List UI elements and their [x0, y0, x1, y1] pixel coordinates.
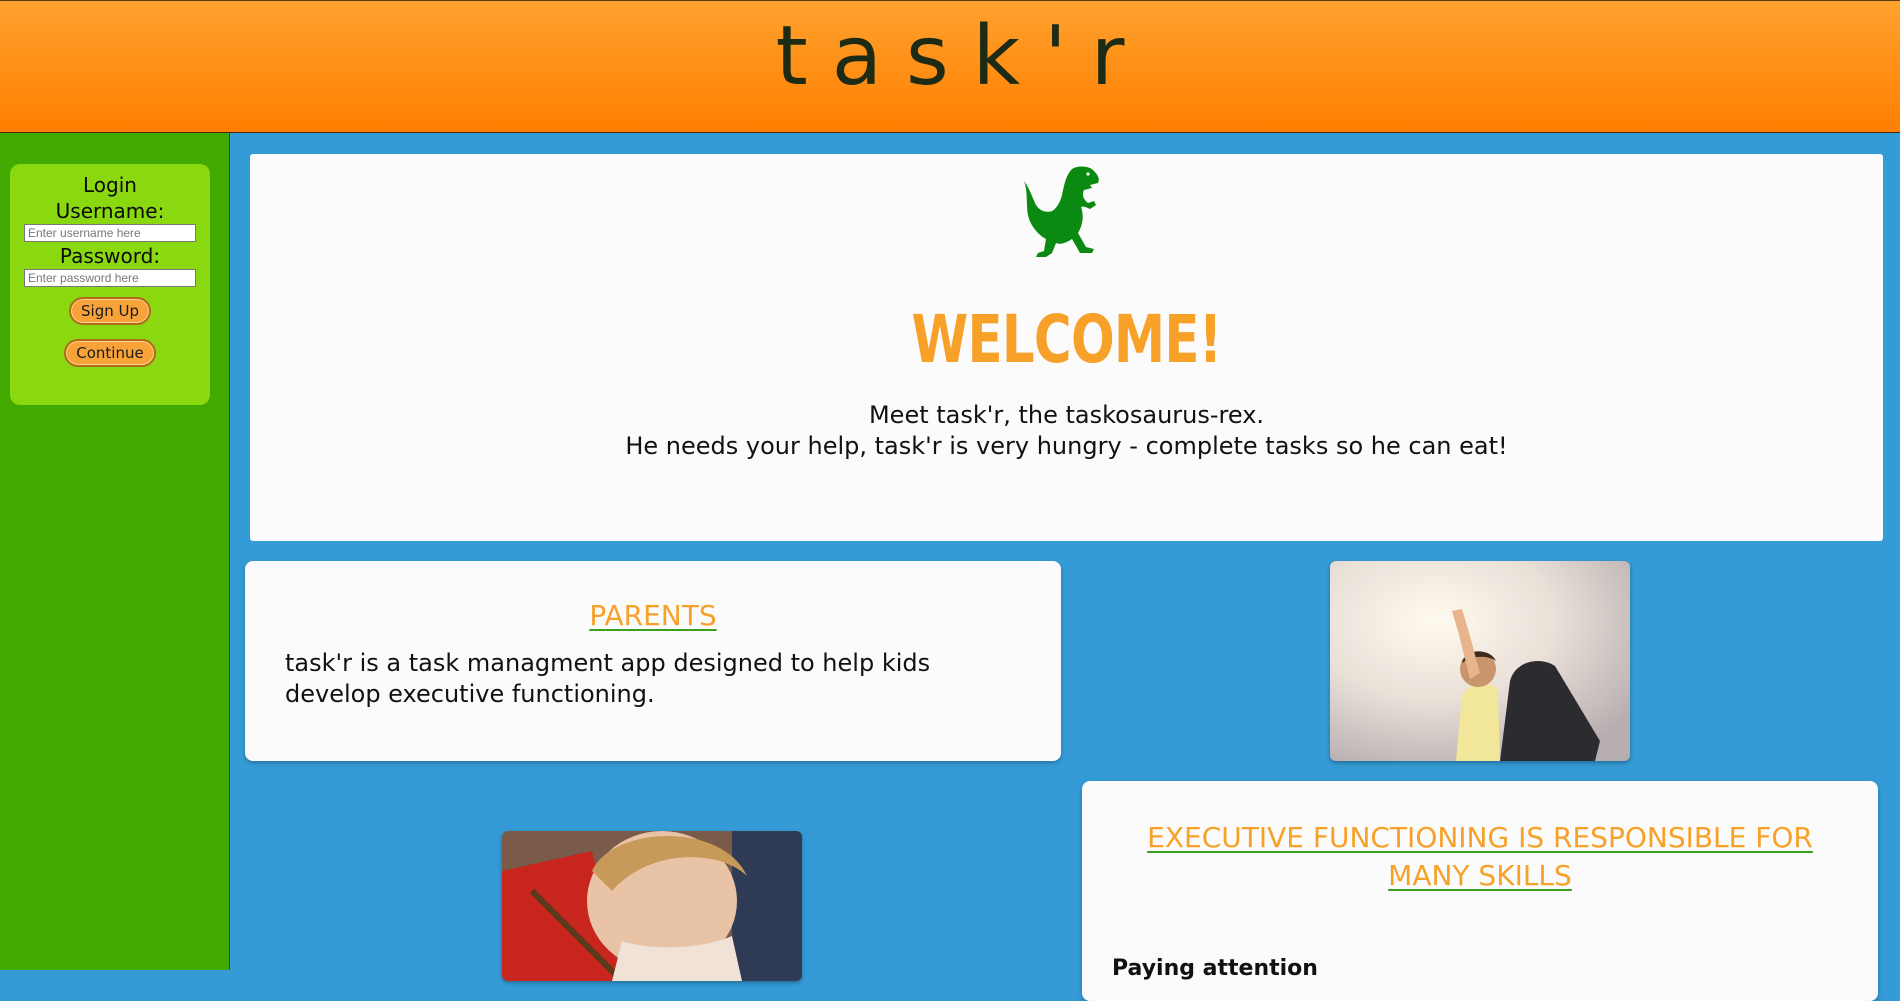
parents-card: PARENTS task'r is a task managment app d…	[245, 561, 1061, 761]
sign-up-button[interactable]: Sign Up	[69, 297, 151, 325]
child-superhero-photo	[1330, 561, 1630, 761]
parents-heading: PARENTS	[589, 599, 717, 632]
welcome-line-1: Meet task'r, the taskosaurus-rex.	[868, 401, 1265, 429]
welcome-text: Meet task'r, the taskosaurus-rex. He nee…	[250, 400, 1883, 462]
app-title: task'r	[775, 9, 1149, 104]
parents-text: task'r is a task managment app designed …	[285, 649, 931, 708]
username-input[interactable]	[24, 224, 196, 242]
header-bar: task'r	[0, 0, 1900, 133]
welcome-line-2: He needs your help, task'r is very hungr…	[625, 432, 1508, 460]
continue-button[interactable]: Continue	[64, 339, 156, 367]
executive-heading: EXECUTIVE FUNCTIONING IS RESPONSIBLE FOR…	[1147, 821, 1813, 892]
welcome-card: WELCOME! Meet task'r, the taskosaurus-re…	[250, 154, 1883, 541]
login-heading: Login	[83, 173, 137, 197]
login-panel: Login Username: Password: Sign Up Contin…	[10, 164, 210, 405]
child-drawing-photo	[502, 831, 802, 981]
executive-card: EXECUTIVE FUNCTIONING IS RESPONSIBLE FOR…	[1082, 781, 1878, 1001]
sidebar: Login Username: Password: Sign Up Contin…	[0, 133, 230, 970]
executive-first-item: Paying attention	[1112, 956, 1318, 981]
username-label: Username:	[55, 199, 165, 223]
password-label: Password:	[59, 244, 161, 268]
password-input[interactable]	[24, 269, 196, 287]
dinosaur-mascot-icon	[1024, 166, 1099, 257]
welcome-heading: WELCOME!	[911, 301, 1223, 378]
